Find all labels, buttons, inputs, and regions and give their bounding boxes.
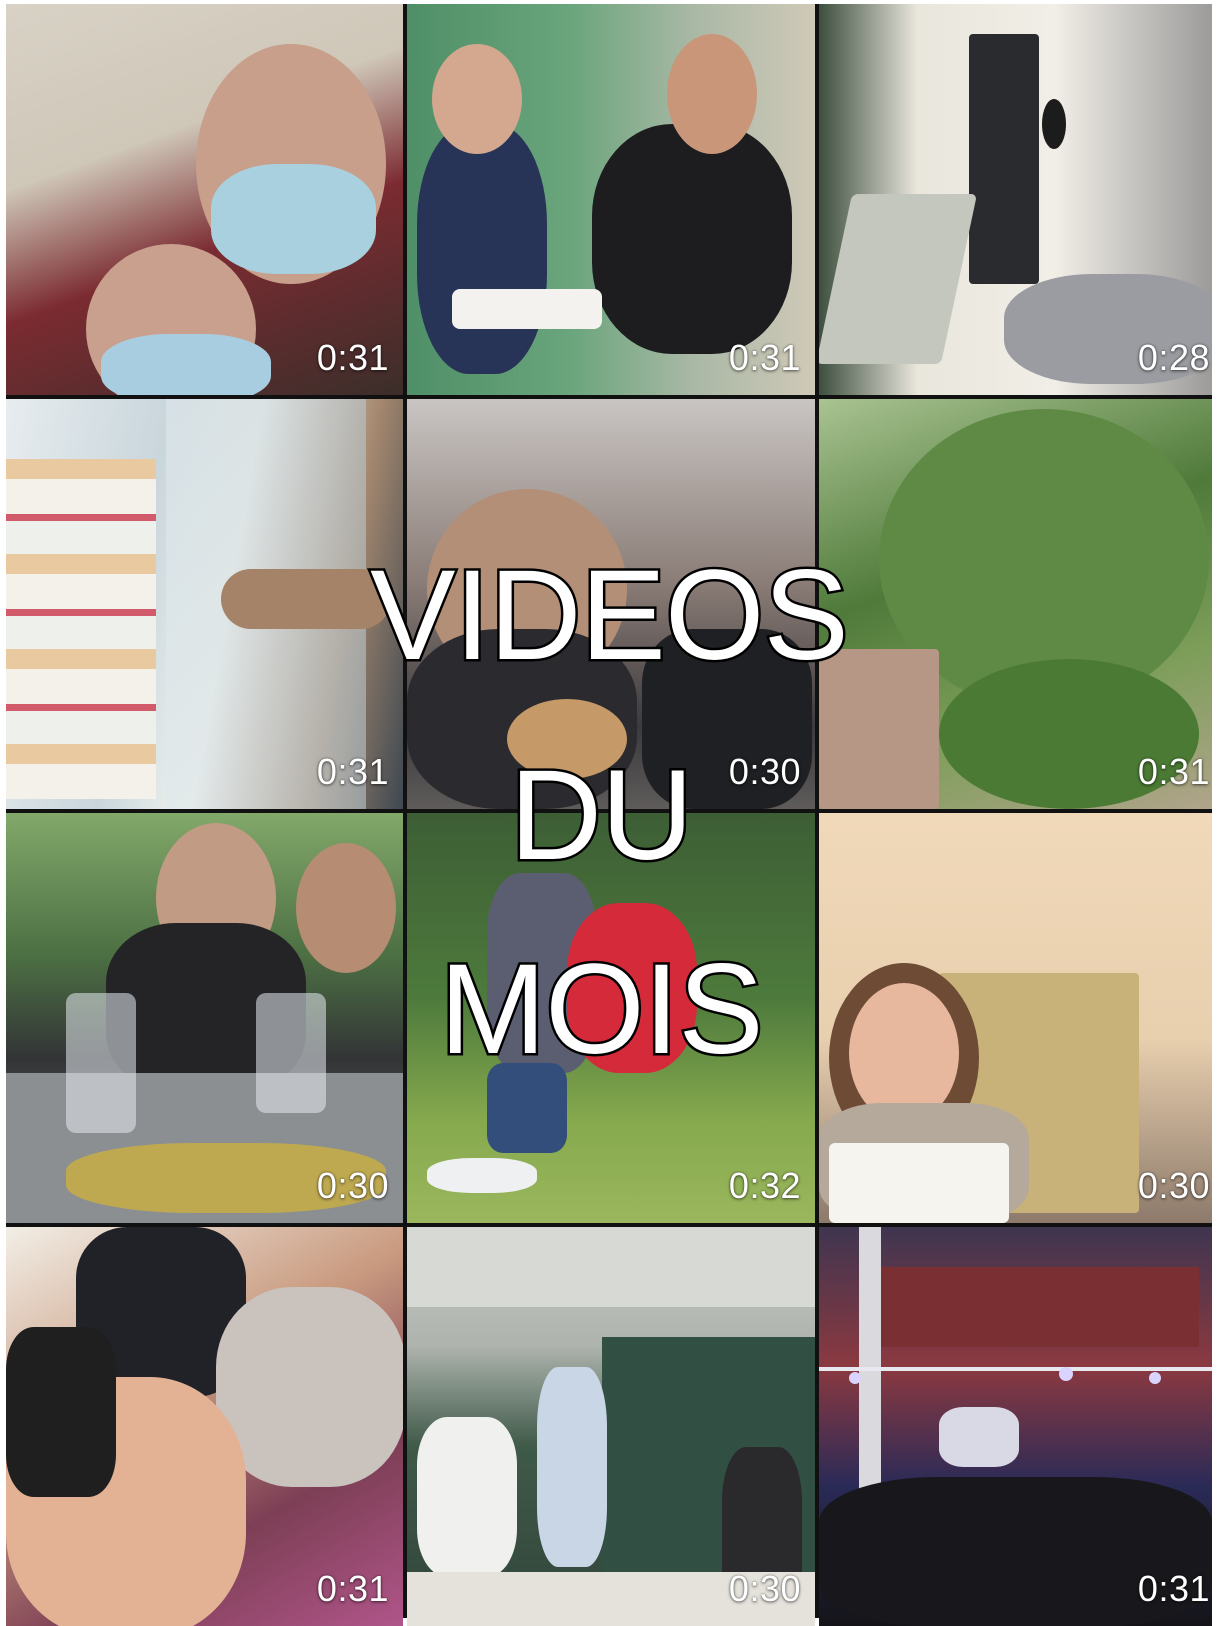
- video-frame-image: [407, 813, 815, 1223]
- video-thumbnail[interactable]: 0:31: [407, 4, 815, 395]
- video-thumbnail[interactable]: 0:31: [819, 399, 1212, 809]
- video-frame-image: [819, 399, 1212, 809]
- video-duration: 0:31: [1137, 1568, 1210, 1609]
- video-duration: 0:31: [316, 1568, 389, 1609]
- video-duration: 0:30: [1137, 1165, 1210, 1206]
- video-duration: 0:30: [728, 751, 801, 792]
- video-thumbnail[interactable]: 0:31: [819, 1227, 1212, 1626]
- video-frame-image: [819, 1227, 1212, 1626]
- video-duration: 0:30: [316, 1165, 389, 1206]
- video-thumbnail[interactable]: 0:31: [6, 399, 403, 809]
- video-duration: 0:31: [316, 337, 389, 378]
- video-frame-image: [819, 813, 1212, 1223]
- video-frame-image: [6, 399, 403, 809]
- video-duration: 0:31: [316, 751, 389, 792]
- video-thumbnail[interactable]: 0:30: [407, 399, 815, 809]
- video-duration: 0:31: [1137, 751, 1210, 792]
- video-duration: 0:32: [728, 1165, 801, 1206]
- video-thumbnail[interactable]: 0:31: [6, 1227, 403, 1626]
- video-frame-image: [407, 1227, 815, 1626]
- video-thumbnail[interactable]: 0:30: [407, 1227, 815, 1626]
- video-collage: 0:31 0:31 0:28 0:31 0:30 0:31 0:30 0:32 …: [0, 0, 1218, 1626]
- video-thumbnail[interactable]: 0:30: [6, 813, 403, 1223]
- video-thumbnail[interactable]: 0:30: [819, 813, 1212, 1223]
- video-frame-image: [6, 1227, 403, 1626]
- video-thumbnail[interactable]: 0:28: [819, 4, 1212, 395]
- video-thumbnail[interactable]: 0:31: [6, 4, 403, 395]
- video-duration: 0:31: [728, 337, 801, 378]
- video-frame-image: [6, 813, 403, 1223]
- video-thumbnail[interactable]: 0:32: [407, 813, 815, 1223]
- video-frame-image: [407, 399, 815, 809]
- video-grid: 0:31 0:31 0:28 0:31 0:30 0:31 0:30 0:32 …: [6, 4, 1212, 1626]
- video-duration: 0:30: [728, 1568, 801, 1609]
- video-duration: 0:28: [1137, 337, 1210, 378]
